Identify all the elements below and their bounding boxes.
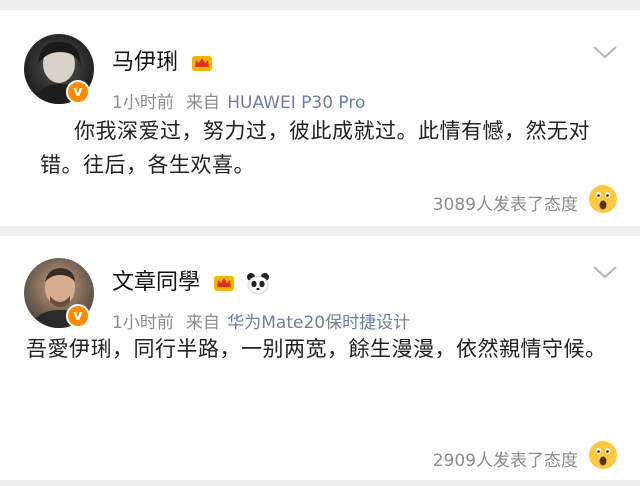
username[interactable]: 文章同學 (112, 264, 270, 296)
panda-icon (247, 273, 270, 294)
post-time: 1小时前 (112, 93, 174, 113)
verified-badge-icon: v (66, 80, 90, 104)
chevron-down-icon[interactable] (592, 264, 618, 280)
from-label: 来自 (185, 93, 220, 113)
post-meta: 1小时前 来自 HUAWEI P30 Pro (112, 88, 365, 113)
verified-badge-icon: v (66, 304, 90, 328)
from-label: 来自 (185, 313, 220, 333)
reaction-count[interactable]: 2909人发表了态度 (433, 446, 578, 471)
chevron-down-icon[interactable] (592, 44, 618, 60)
crown-icon (192, 56, 213, 71)
wow-emoji-icon[interactable] (588, 184, 618, 214)
wow-emoji-icon[interactable] (588, 440, 618, 470)
post-card: v 文章同學 1小时前 来自 华为Mate20保时捷设计 吾愛伊琍，同行半路，一别… (0, 236, 640, 480)
username-text[interactable]: 马伊琍 (112, 50, 178, 75)
post-meta: 1小时前 来自 华为Mate20保时捷设计 (112, 308, 410, 333)
post-content: 你我深爱过，努力过，彼此成就过。此情有憾，然无对错。往后，各生欢喜。 (40, 119, 590, 177)
post-card: v 马伊琍 1小时前 来自 HUAWEI P30 Pro 你我深爱过，努力过，彼此… (0, 10, 640, 226)
username-text[interactable]: 文章同學 (112, 270, 200, 295)
reaction-count[interactable]: 3089人发表了态度 (433, 190, 578, 215)
post-content: 吾愛伊琍，同行半路，一别两宽，餘生漫漫，依然親情守候。 (26, 337, 607, 361)
post-source[interactable]: 华为Mate20保时捷设计 (227, 313, 410, 333)
post-source[interactable]: HUAWEI P30 Pro (227, 93, 365, 113)
crown-icon (214, 276, 235, 291)
post-time: 1小时前 (112, 313, 174, 333)
username[interactable]: 马伊琍 (112, 44, 213, 76)
